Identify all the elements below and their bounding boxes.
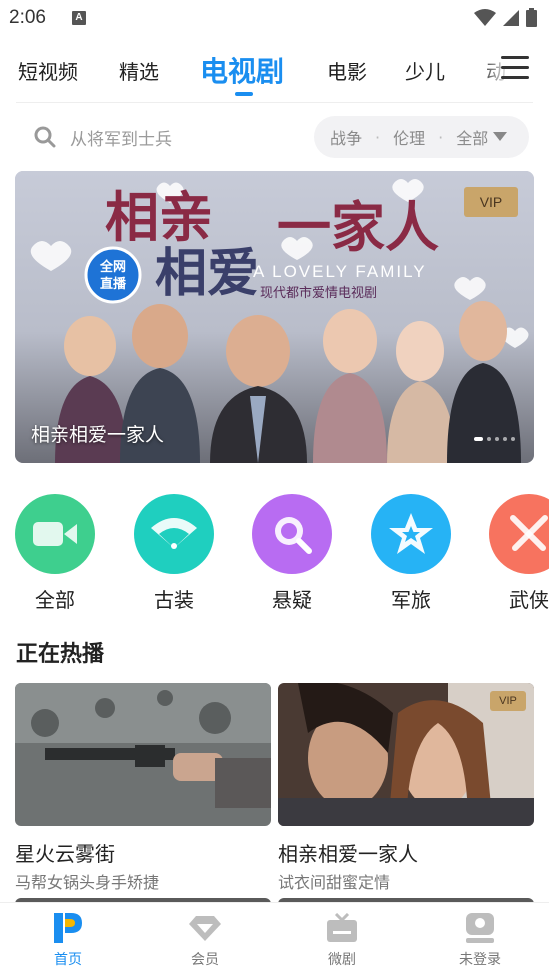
category-label: 军旅	[391, 588, 431, 612]
category-label: 武侠	[509, 588, 549, 612]
nav-label: 微剧	[328, 952, 356, 968]
star-icon	[389, 513, 433, 554]
filter-all[interactable]: 全部	[456, 125, 488, 149]
carousel-indicator	[474, 437, 515, 441]
svg-text:相亲: 相亲	[105, 185, 213, 249]
category-mystery[interactable]: 悬疑	[252, 494, 332, 613]
search-icon	[34, 126, 56, 148]
tab-kids[interactable]: 少儿	[405, 56, 445, 85]
section-title-now-playing: 正在热播	[16, 642, 105, 667]
category-costume[interactable]: 古装	[134, 494, 214, 613]
video-camera-icon	[33, 522, 77, 546]
banner-caption: 相亲相爱一家人	[31, 424, 165, 446]
carousel-dot-active	[474, 437, 483, 441]
diamond-icon	[189, 916, 221, 941]
battery-icon	[526, 8, 537, 27]
hero-banner[interactable]: 相亲 相爱 一家人 A LOVELY FAMILY 现代都市爱情电视剧 全网 直…	[15, 171, 534, 463]
header-divider	[16, 102, 533, 103]
genre-filter[interactable]: 战争 · 伦理 · 全部	[314, 116, 529, 158]
category-military[interactable]: 军旅	[371, 494, 451, 613]
filter-ethics[interactable]: 伦理	[393, 125, 425, 149]
magnifier-icon	[275, 517, 312, 554]
search-placeholder: 从将军到士兵	[70, 129, 172, 150]
notification-icon: A	[72, 11, 86, 25]
channel-tabs: 短视频 精选 电视剧 电影 少儿 动	[0, 48, 549, 96]
svg-text:直播: 直播	[100, 276, 127, 292]
card-title: 星火云雾街	[15, 842, 115, 866]
vip-badge: VIP	[464, 187, 518, 217]
wifi-icon	[474, 8, 496, 26]
status-time: 2:06	[9, 7, 46, 28]
svg-text:A LOVELY FAMILY: A LOVELY FAMILY	[253, 262, 427, 281]
svg-text:现代都市爱情电视剧: 现代都市爱情电视剧	[260, 285, 377, 301]
category-label: 全部	[35, 588, 75, 612]
card-thumbnail: VIP	[278, 683, 534, 826]
nav-home[interactable]: 首页	[28, 911, 108, 969]
nav-label: 首页	[54, 952, 82, 968]
card-thumbnail	[15, 683, 271, 826]
crossed-swords-icon	[510, 515, 548, 551]
category-circle	[489, 494, 549, 574]
category-label: 古装	[154, 588, 194, 612]
card-title: 相亲相爱一家人	[278, 842, 418, 866]
nav-label: 未登录	[459, 952, 501, 968]
svg-text:一家人: 一家人	[277, 195, 439, 259]
nav-micro-drama[interactable]: 微剧	[302, 911, 382, 969]
bottom-navigation: 首页 会员 微剧 未登录	[0, 902, 549, 977]
category-martial-arts[interactable]: 武侠	[489, 494, 549, 613]
category-circle	[15, 494, 95, 574]
vip-badge: VIP	[490, 691, 526, 711]
carousel-dot	[495, 437, 499, 441]
signal-icon	[503, 9, 519, 26]
nav-vip[interactable]: 会员	[165, 911, 245, 969]
active-tab-indicator	[235, 92, 253, 96]
user-icon	[466, 913, 494, 943]
card-subtitle: 马帮女锅头身手矫捷	[15, 873, 160, 892]
card-subtitle: 试衣间甜蜜定情	[278, 873, 391, 892]
system-icons	[474, 8, 537, 27]
tab-featured[interactable]: 精选	[119, 56, 159, 85]
category-circle	[134, 494, 214, 574]
carousel-dot	[487, 437, 491, 441]
filter-separator: ·	[438, 127, 444, 147]
search-bar[interactable]: 从将军到士兵	[16, 118, 316, 156]
tab-movies[interactable]: 电影	[327, 56, 367, 85]
status-bar: 2:06 A	[0, 0, 549, 38]
nav-label: 会员	[191, 952, 219, 968]
menu-icon[interactable]	[501, 56, 529, 84]
svg-text:全网: 全网	[99, 259, 126, 275]
nav-account[interactable]: 未登录	[440, 911, 520, 969]
category-circle	[371, 494, 451, 574]
category-all[interactable]: 全部	[15, 494, 95, 613]
home-logo-icon	[54, 913, 82, 943]
category-label: 悬疑	[272, 588, 312, 612]
tab-short-video[interactable]: 短视频	[18, 56, 78, 85]
filter-separator: ·	[375, 127, 381, 147]
tv-icon	[327, 913, 357, 942]
svg-text:相爱: 相爱	[155, 243, 259, 304]
tab-tv-series[interactable]: 电视剧	[200, 50, 284, 90]
thumbnail-image	[15, 683, 271, 826]
filter-war[interactable]: 战争	[330, 125, 362, 149]
hot-card[interactable]: 星火云雾街 马帮女锅头身手矫捷	[15, 683, 271, 893]
category-circle	[252, 494, 332, 574]
category-row: 全部 古装 悬疑 军旅 武侠	[0, 494, 549, 614]
carousel-dot	[511, 437, 515, 441]
carousel-dot	[503, 437, 507, 441]
dropdown-triangle-icon	[493, 132, 508, 141]
fan-icon	[151, 518, 197, 549]
hot-card[interactable]: VIP 相亲相爱一家人 试衣间甜蜜定情	[278, 683, 534, 893]
